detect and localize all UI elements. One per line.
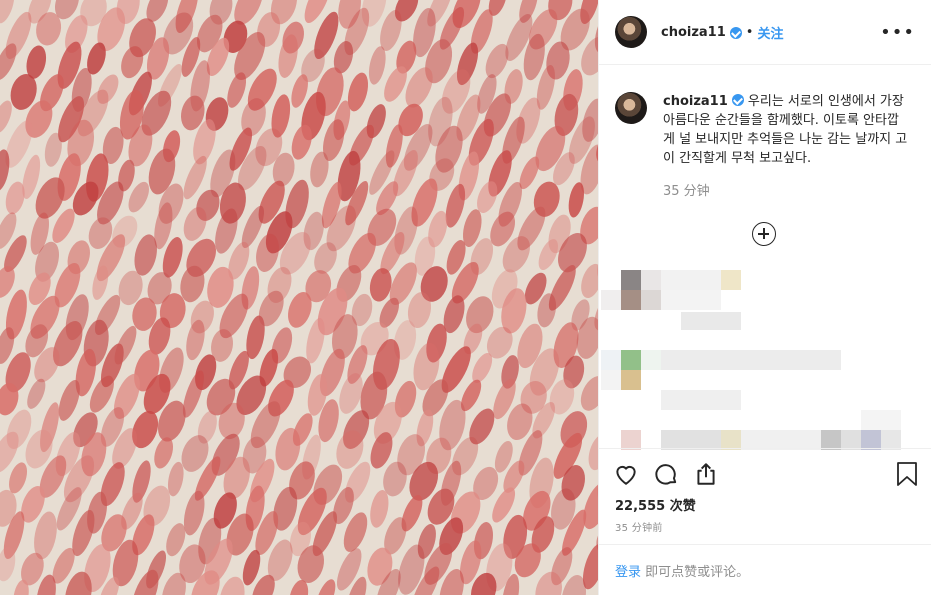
load-more-comments-icon[interactable]: [752, 222, 776, 246]
post-photo[interactable]: [0, 0, 598, 595]
avatar[interactable]: [615, 16, 647, 48]
caption-username-link[interactable]: choiza11: [663, 94, 728, 109]
post-header: choiza11 • 关注 •••: [599, 0, 931, 65]
brushstroke: [27, 378, 46, 409]
login-prompt: 登录 即可点赞或评论。: [599, 544, 931, 595]
post-timestamp[interactable]: 35 分钟前: [615, 519, 663, 534]
caption-avatar[interactable]: [615, 92, 647, 124]
username-link[interactable]: choiza11: [661, 25, 726, 40]
caption-block: choiza11 우리는 서로의 인생에서 가장 아름다운 순간들을 함께했다.…: [615, 92, 915, 201]
comment-icon[interactable]: [653, 461, 679, 487]
heart-icon[interactable]: [613, 461, 639, 487]
more-options-icon[interactable]: •••: [880, 22, 915, 43]
login-prompt-text: 即可点赞或评论。: [641, 565, 750, 580]
caption-timestamp: 35 分钟: [663, 184, 710, 199]
brushstroke: [316, 579, 336, 595]
brushstroke-painting: [0, 0, 598, 595]
brushstroke: [370, 490, 389, 528]
instagram-post: choiza11 • 关注 ••• choiza11 우리는 서로의 인생에서 …: [0, 0, 931, 595]
like-count[interactable]: 22,555 次赞: [615, 495, 696, 514]
brushstroke: [588, 434, 598, 471]
follow-button[interactable]: 关注: [757, 23, 783, 42]
share-icon[interactable]: [693, 461, 719, 487]
post-actions: 22,555 次赞 35 分钟前 登录 即可点赞或评论。: [599, 448, 931, 595]
brushstroke: [368, 46, 386, 85]
brushstroke: [154, 437, 174, 469]
brushstroke: [581, 263, 598, 299]
verified-badge-icon: [729, 27, 742, 39]
login-link[interactable]: 登录: [615, 565, 641, 580]
separator-dot: •: [745, 24, 754, 40]
bookmark-icon[interactable]: [896, 461, 918, 487]
brushstroke: [9, 462, 28, 494]
post-side-panel: choiza11 • 关注 ••• choiza11 우리는 서로의 인생에서 …: [598, 0, 931, 595]
verified-badge-icon: [731, 94, 744, 106]
blurred-comments: [599, 262, 931, 450]
brushstroke: [0, 0, 15, 24]
